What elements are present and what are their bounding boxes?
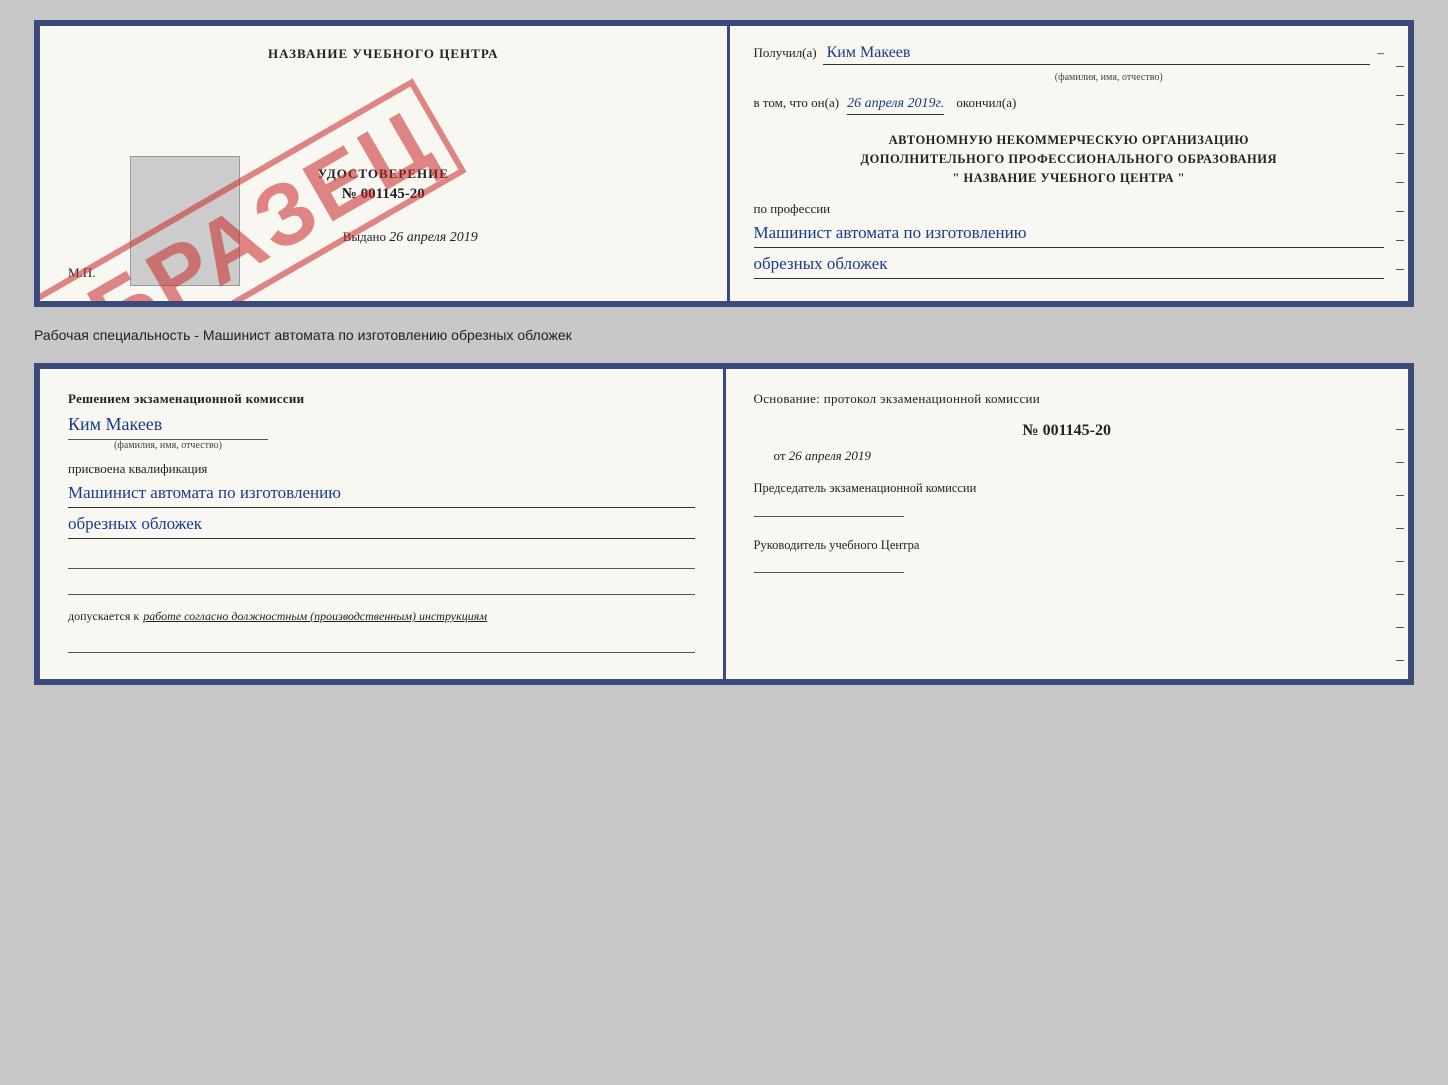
top-doc-left: НАЗВАНИЕ УЧЕБНОГО ЦЕНТРА УДОСТОВЕРЕНИЕ №… [40, 26, 730, 301]
blank-line-3 [68, 633, 695, 653]
name-block: Ким Макеев (фамилия, имя, отчество) [68, 414, 695, 453]
profession-line1: Машинист автомата по изготовлению [754, 221, 1385, 248]
bottom-document: Решением экзаменационной комиссии Ким Ма… [34, 363, 1414, 685]
vydano-line: Выдано 26 апреля 2019 [343, 229, 478, 246]
edge-mark-b1 [1396, 429, 1404, 430]
vtom-label: в том, что он(а) [754, 95, 840, 111]
protocol-number: № 001145-20 [754, 422, 1381, 440]
recipient-name: Ким Макеев [823, 44, 1370, 65]
dopusk-block: допускается к работе согласно должностны… [68, 607, 695, 625]
komissia-title: Решением экзаменационной комиссии [68, 389, 695, 409]
bottom-doc-right: Основание: протокол экзаменационной коми… [726, 369, 1409, 679]
prisvoena-label: присвоена квалификация [68, 461, 695, 477]
qual-line1: Машинист автомата по изготовлению [68, 481, 695, 508]
okonchil-label: окончил(а) [956, 95, 1016, 111]
edge-mark-b4 [1396, 528, 1404, 529]
edge-mark-b7 [1396, 627, 1404, 628]
vydano-date: 26 апреля 2019 [389, 230, 477, 245]
right-edge-marks [1396, 66, 1404, 270]
edge-mark-b2 [1396, 462, 1404, 463]
edge-mark-b8 [1396, 660, 1404, 661]
edge-mark-6 [1396, 211, 1404, 212]
ot-prefix: от [774, 448, 786, 463]
predsedatel-block: Председатель экзаменационной комиссии [754, 480, 1381, 517]
org-line2: ДОПОЛНИТЕЛЬНОГО ПРОФЕССИОНАЛЬНОГО ОБРАЗО… [754, 150, 1385, 169]
edge-mark-2 [1396, 95, 1404, 96]
edge-mark-b6 [1396, 594, 1404, 595]
edge-mark-4 [1396, 153, 1404, 154]
top-document: НАЗВАНИЕ УЧЕБНОГО ЦЕНТРА УДОСТОВЕРЕНИЕ №… [34, 20, 1414, 307]
rukovoditel-block: Руководитель учебного Центра [754, 537, 1381, 574]
ot-date: 26 апреля 2019 [789, 448, 871, 463]
po-professii: по профессии [754, 201, 1385, 217]
top-doc-right: Получил(а) Ким Макеев – (фамилия, имя, о… [730, 26, 1409, 301]
edge-mark-b3 [1396, 495, 1404, 496]
qual-line2: обрезных обложек [68, 512, 695, 539]
edge-mark-b5 [1396, 561, 1404, 562]
caption-line: Рабочая специальность - Машинист автомат… [34, 323, 1414, 347]
dash1: – [1378, 45, 1385, 61]
rukovoditel-label: Руководитель учебного Центра [754, 537, 1381, 555]
edge-mark-7 [1396, 240, 1404, 241]
osnov-title: Основание: протокол экзаменационной коми… [754, 389, 1381, 409]
udc-label: УДОСТОВЕРЕНИЕ [318, 166, 449, 182]
photo-placeholder [130, 156, 240, 286]
poluchil-label: Получил(а) [754, 45, 817, 61]
rukovoditel-signature-line [754, 572, 904, 573]
edge-mark-5 [1396, 182, 1404, 183]
right-edge-marks-bottom [1396, 429, 1404, 661]
udc-number: № 001145-20 [318, 186, 449, 203]
org-line3: " НАЗВАНИЕ УЧЕБНОГО ЦЕНТРА " [754, 169, 1385, 188]
org-name-block: АВТОНОМНУЮ НЕКОММЕРЧЕСКУЮ ОРГАНИЗАЦИЮ ДО… [754, 131, 1385, 187]
blank-line-2 [68, 575, 695, 595]
edge-mark-8 [1396, 269, 1404, 270]
dopusk-prefix: допускается к [68, 609, 139, 623]
edge-mark-3 [1396, 124, 1404, 125]
predsedatel-signature-line [754, 516, 904, 517]
person-name: Ким Макеев [68, 414, 695, 435]
qualification-block: Машинист автомата по изготовлению обрезн… [68, 481, 695, 539]
predsedatel-label: Председатель экзаменационной комиссии [754, 480, 1381, 498]
blank-line-1 [68, 549, 695, 569]
vydano-prefix: Выдано [343, 229, 386, 244]
bottom-doc-left: Решением экзаменационной комиссии Ким Ма… [40, 369, 726, 679]
fio-sub: (фамилия, имя, отчество) [68, 439, 268, 451]
dopusk-text: работе согласно должностным (производств… [143, 609, 487, 623]
profession-block: по профессии Машинист автомата по изгото… [754, 201, 1385, 279]
udc-block: УДОСТОВЕРЕНИЕ № 001145-20 [318, 166, 449, 203]
top-left-title: НАЗВАНИЕ УЧЕБНОГО ЦЕНТРА [268, 46, 499, 62]
ot-date-block: от 26 апреля 2019 [754, 448, 1381, 464]
fam-sub: (фамилия, имя, отчество) [1055, 72, 1163, 83]
mp-label: М.П. [68, 265, 95, 281]
vtom-date: 26 апреля 2019г. [847, 96, 944, 115]
profession-line2: обрезных обложек [754, 252, 1385, 279]
org-line1: АВТОНОМНУЮ НЕКОММЕРЧЕСКУЮ ОРГАНИЗАЦИЮ [754, 131, 1385, 150]
edge-mark-1 [1396, 66, 1404, 67]
left-lines-block [68, 549, 695, 595]
